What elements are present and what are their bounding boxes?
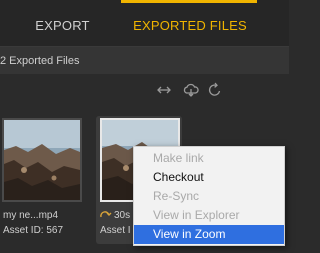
menu-item-checkout[interactable]: Checkout — [134, 168, 284, 187]
tab-exported-files[interactable]: EXPORTED FILES — [125, 0, 255, 47]
refresh-icon[interactable] — [206, 82, 224, 98]
context-menu: Make link Checkout Re-Sync View in Explo… — [133, 146, 285, 246]
file-name: my ne...mp4 — [3, 210, 59, 221]
asset-id: Asset I — [100, 225, 131, 236]
asset-id: Asset ID: 567 — [3, 225, 64, 236]
tab-export[interactable]: EXPORT — [0, 0, 125, 47]
tab-bar: EXPORT EXPORTED FILES — [0, 0, 289, 47]
menu-item-re-sync[interactable]: Re-Sync — [134, 187, 284, 206]
menu-item-view-in-zoom[interactable]: View in Zoom — [134, 225, 284, 244]
toolbar — [0, 74, 289, 106]
menu-item-view-in-explorer[interactable]: View in Explorer — [134, 206, 284, 225]
sync-icon — [99, 209, 113, 221]
file-thumbnail[interactable] — [2, 118, 82, 202]
cloud-sync-icon[interactable] — [182, 82, 200, 98]
file-count-bar: 2 Exported Files — [0, 47, 289, 74]
file-count-label: 2 Exported Files — [0, 55, 80, 67]
menu-item-make-link[interactable]: Make link — [134, 149, 284, 168]
file-name: 30s — [114, 210, 131, 221]
swap-arrows-icon[interactable] — [155, 82, 173, 98]
